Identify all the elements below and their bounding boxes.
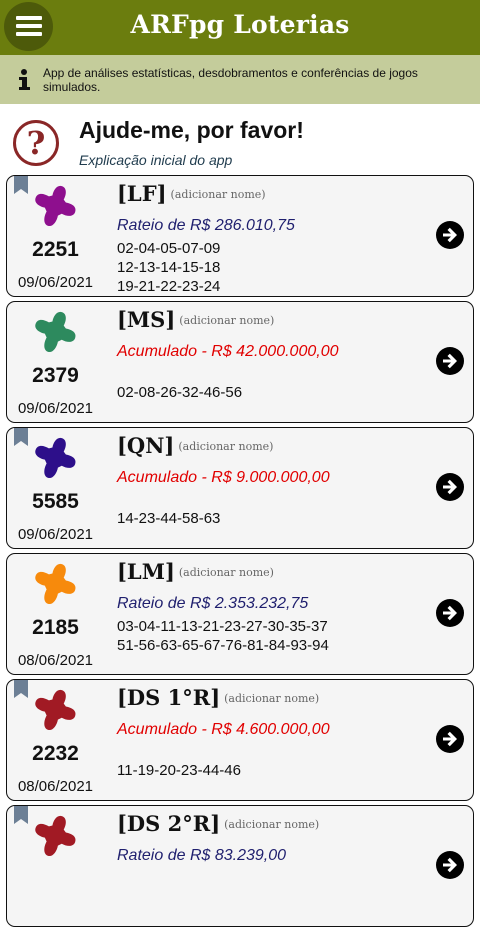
lottery-code-text: [MS] <box>117 307 176 332</box>
lottery-card[interactable]: 2232 08/06/2021 [DS 1°R] (adicionar nome) Ac… <box>6 679 474 801</box>
help-subtitle: Explicação inicial do app <box>79 152 233 168</box>
lottery-code: [MS] (adicionar nome) <box>117 307 274 332</box>
lottery-code-text: [DS 1°R] <box>117 685 221 710</box>
number-row: 19-21-22-23-24 <box>117 278 221 295</box>
arrow-right-icon[interactable] <box>436 851 464 879</box>
info-icon <box>19 69 30 90</box>
arrow-right-icon[interactable] <box>436 725 464 753</box>
lottery-code: [DS 2°R] (adicionar nome) <box>117 811 319 836</box>
arrow-right-icon[interactable] <box>436 473 464 501</box>
number-row: 02-08-26-32-46-56 <box>117 384 243 401</box>
add-name-link[interactable]: (adicionar nome) <box>224 818 319 831</box>
add-name-link[interactable]: (adicionar nome) <box>178 440 273 453</box>
contest-number: 2251 <box>32 238 79 261</box>
bookmark-icon[interactable] <box>14 806 28 824</box>
bookmark-icon[interactable] <box>14 176 28 194</box>
add-name-link[interactable]: (adicionar nome) <box>179 566 274 579</box>
help-question-icon <box>13 120 59 166</box>
app-bar: ARFpg Loterias <box>0 0 480 55</box>
prize-text: Acumulado - R$ 42.000.000,00 <box>117 343 339 360</box>
number-row: 11-19-20-23-44-46 <box>117 762 241 779</box>
prize-text: Rateio de R$ 83.239,00 <box>117 847 287 864</box>
contest-number: 5585 <box>32 490 79 513</box>
contest-number: 2379 <box>32 364 79 387</box>
lottery-card[interactable]: 2185 08/06/2021 [LM] (adicionar nome) Rateio… <box>6 553 474 675</box>
lottery-logo-icon <box>35 563 76 605</box>
drawn-numbers: 14-23-44-58-63 <box>117 509 220 528</box>
contest-number: 2232 <box>32 742 79 765</box>
number-row: 14-23-44-58-63 <box>117 510 221 527</box>
draw-date: 09/06/2021 <box>17 400 94 417</box>
arrow-right-icon[interactable] <box>436 221 464 249</box>
add-name-link[interactable]: (adicionar nome) <box>179 314 274 327</box>
lottery-code-text: [LF] <box>117 181 167 206</box>
lottery-code: [LF] (adicionar nome) <box>117 181 266 206</box>
arrow-right-icon[interactable] <box>436 347 464 375</box>
lottery-logo-icon <box>35 185 76 227</box>
bookmark-icon[interactable] <box>14 680 28 698</box>
add-name-link[interactable]: (adicionar nome) <box>171 188 266 201</box>
contest-number: 2185 <box>32 616 79 639</box>
number-row: 51-56-63-65-67-76-81-84-93-94 <box>117 637 329 654</box>
app-title: ARFpg Loterias <box>130 10 350 39</box>
drawn-numbers: 02-08-26-32-46-56 <box>117 383 242 402</box>
lottery-logo-icon <box>35 689 76 731</box>
info-text: App de análises estatísticas, desdobrame… <box>43 66 418 94</box>
draw-date: 08/06/2021 <box>17 652 94 669</box>
arrow-right-icon[interactable] <box>436 599 464 627</box>
number-row: 12-13-14-15-18 <box>117 259 221 276</box>
help-title: Ajude-me, por favor! <box>79 117 304 143</box>
prize-text: Rateio de R$ 2.353.232,75 <box>117 595 309 612</box>
prize-text: Rateio de R$ 286.010,75 <box>117 217 295 234</box>
lottery-logo-icon <box>35 311 76 353</box>
drawn-numbers: 02-04-05-07-09 12-13-14-15-18 19-21-22-23-… <box>117 239 220 296</box>
add-name-link[interactable]: (adicionar nome) <box>224 692 319 705</box>
drawn-numbers: 11-19-20-23-44-46 <box>117 761 241 780</box>
lottery-code: [DS 1°R] (adicionar nome) <box>117 685 319 710</box>
bookmark-icon[interactable] <box>14 428 28 446</box>
info-bar: App de análises estatísticas, desdobrame… <box>0 55 480 104</box>
lottery-logo-icon <box>35 815 76 857</box>
draw-date: 08/06/2021 <box>17 778 94 795</box>
number-row: 03-04-11-13-21-23-27-30-35-37 <box>117 618 328 635</box>
prize-text: Acumulado - R$ 4.600.000,00 <box>117 721 330 738</box>
lottery-card[interactable]: 5585 09/06/2021 [QN] (adicionar nome) Acumul… <box>6 427 474 549</box>
drawn-numbers: 03-04-11-13-21-23-27-30-35-37 51-56-63-65… <box>117 617 329 655</box>
lottery-code-text: [LM] <box>117 559 175 584</box>
lottery-code: [LM] (adicionar nome) <box>117 559 274 584</box>
lottery-code-text: [QN] <box>117 433 175 458</box>
lottery-card[interactable]: [DS 2°R] (adicionar nome) Rateio de R$ 83.… <box>6 805 474 927</box>
number-row: 02-04-05-07-09 <box>117 240 221 257</box>
help-item[interactable]: Ajude-me, por favor! Explicação inicial … <box>0 104 480 174</box>
draw-date: 09/06/2021 <box>17 526 94 543</box>
draw-date: 09/06/2021 <box>17 274 94 291</box>
lottery-card[interactable]: 2379 09/06/2021 [MS] (adicionar nome) Acumul… <box>6 301 474 423</box>
lottery-code: [QN] (adicionar nome) <box>117 433 273 458</box>
lottery-logo-icon <box>35 437 76 479</box>
lottery-card[interactable]: 2251 09/06/2021 [LF] (adicionar nome) Rateio… <box>6 175 474 297</box>
lottery-code-text: [DS 2°R] <box>117 811 221 836</box>
prize-text: Acumulado - R$ 9.000.000,00 <box>117 469 330 486</box>
